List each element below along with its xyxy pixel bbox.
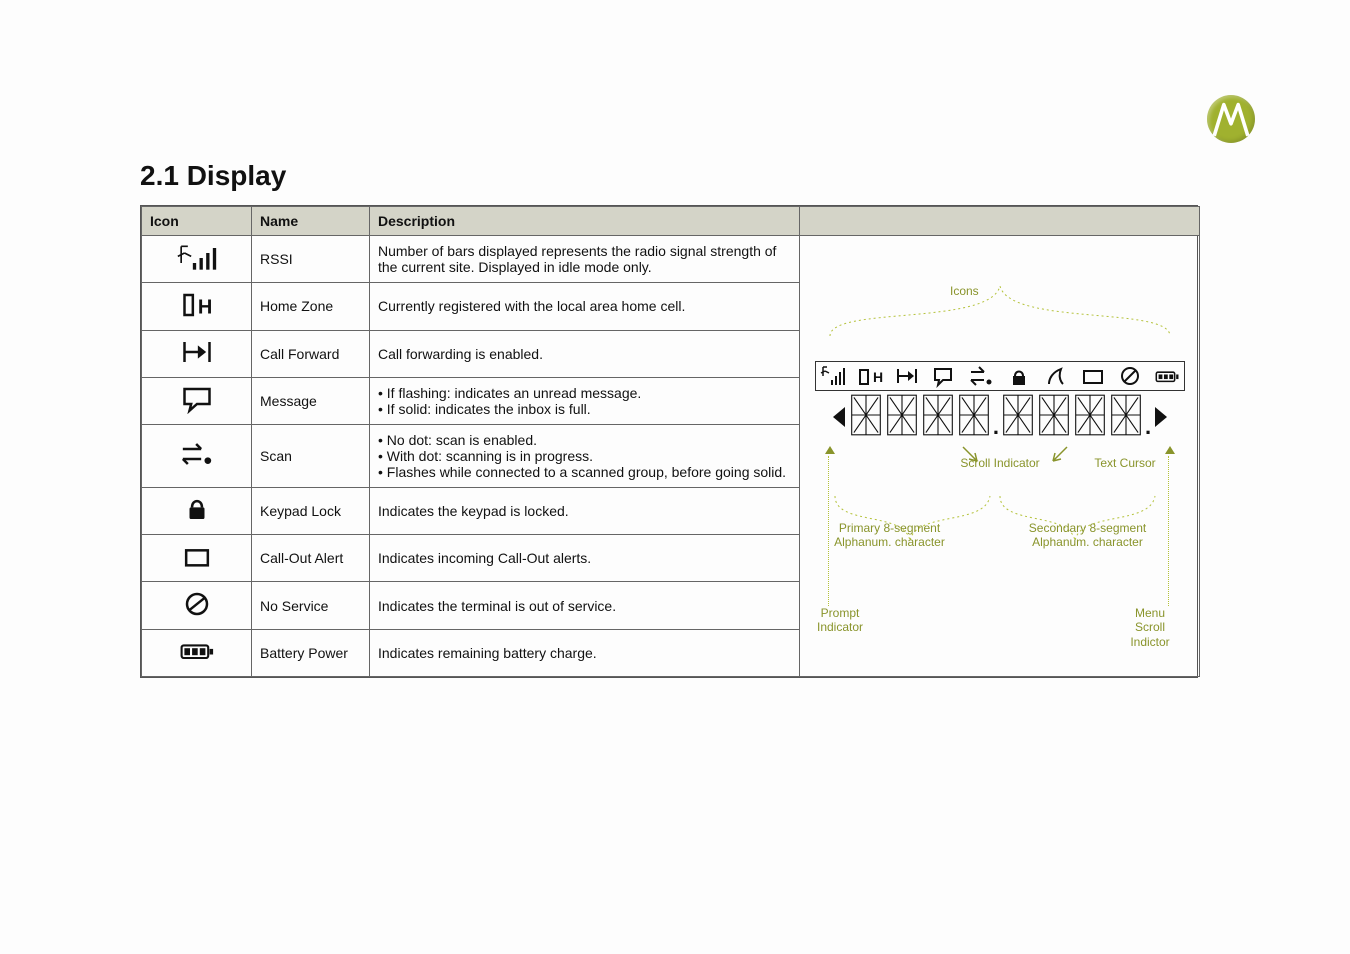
- cell-desc: Indicates remaining battery charge.: [370, 629, 800, 676]
- cell-desc: • If flashing: indicates an unread messa…: [370, 377, 800, 424]
- segment-char: [885, 393, 919, 440]
- cell-desc: Indicates the keypad is locked.: [370, 487, 800, 534]
- callout-alert-icon: [142, 535, 252, 582]
- cell-name: Battery Power: [252, 629, 370, 676]
- cell-name: Call Forward: [252, 330, 370, 377]
- rssi-icon: [820, 364, 846, 388]
- triangle-right-icon: [1155, 407, 1167, 427]
- cell-name: Call-Out Alert: [252, 535, 370, 582]
- segment-char: [1073, 393, 1107, 440]
- display-icons-table: Icon Name Description RSSI Number of bar…: [140, 205, 1198, 678]
- svg-text:H: H: [197, 296, 211, 318]
- lcd-mockup: H: [815, 361, 1185, 440]
- cell-name: Message: [252, 377, 370, 424]
- lcd-segment-row: . .: [815, 393, 1185, 440]
- label-text-cursor: Text Cursor: [1075, 456, 1175, 470]
- cell-desc: Indicates incoming Call-Out alerts.: [370, 535, 800, 582]
- cell-name: Scan: [252, 425, 370, 488]
- cell-name: Home Zone: [252, 283, 370, 330]
- callout-box-icon: [1080, 364, 1106, 388]
- motorola-m-icon: [1207, 95, 1255, 143]
- callforward-icon: [142, 330, 252, 377]
- svg-text:H: H: [873, 369, 883, 385]
- message-icon: [142, 377, 252, 424]
- lcd-icon-row: H: [815, 361, 1185, 391]
- col-description: Description: [370, 207, 800, 236]
- segment-dot: .: [1145, 414, 1151, 440]
- cell-desc: • No dot: scan is enabled. • With dot: s…: [370, 425, 800, 488]
- label-icons: Icons: [950, 284, 979, 298]
- triangle-left-icon: [833, 407, 845, 427]
- label-secondary-segment: Secondary 8-segment Alphanum. character: [1000, 521, 1175, 550]
- scan-icon: [142, 425, 252, 488]
- homezone-icon: H: [857, 364, 883, 388]
- battery-icon: [142, 629, 252, 676]
- cell-name: No Service: [252, 582, 370, 629]
- noservice-icon: [1117, 364, 1143, 388]
- guide-line: [1168, 456, 1169, 606]
- guide-line: [828, 456, 829, 606]
- cell-name: Keypad Lock: [252, 487, 370, 534]
- segment-char: [1037, 393, 1071, 440]
- arrow-down-left-icon: [1050, 444, 1070, 464]
- lock-icon: [1006, 364, 1032, 388]
- col-diagram: [800, 207, 1200, 236]
- callout-icon: [1043, 364, 1069, 388]
- col-icon: Icon: [142, 207, 252, 236]
- cell-desc: Indicates the terminal is out of service…: [370, 582, 800, 629]
- cell-desc: Currently registered with the local area…: [370, 283, 800, 330]
- battery-icon: [1154, 364, 1180, 388]
- segment-char: [957, 393, 991, 440]
- message-icon: [931, 364, 957, 388]
- scan-icon: [968, 364, 994, 388]
- table-row: RSSI Number of bars displayed represents…: [142, 236, 1200, 283]
- rssi-icon: [142, 236, 252, 283]
- cell-desc: Call forwarding is enabled.: [370, 330, 800, 377]
- cell-desc: Number of bars displayed represents the …: [370, 236, 800, 283]
- homezone-icon: H: [142, 283, 252, 330]
- segment-char: [1109, 393, 1143, 440]
- noservice-icon: [142, 582, 252, 629]
- callforward-icon: [894, 364, 920, 388]
- arrow-up-icon: [825, 446, 835, 454]
- brand-logo: [1207, 95, 1255, 143]
- table-header-row: Icon Name Description: [142, 207, 1200, 236]
- section-title: 2.1 Display: [140, 160, 286, 192]
- lock-icon: [142, 487, 252, 534]
- segment-char: [921, 393, 955, 440]
- label-prompt-indicator: Prompt Indicator: [810, 606, 870, 635]
- segment-char: [849, 393, 883, 440]
- segment-char: [1001, 393, 1035, 440]
- segment-dot: .: [993, 414, 999, 440]
- col-name: Name: [252, 207, 370, 236]
- label-scroll-indicator: Scroll Indicator: [950, 456, 1050, 470]
- lcd-diagram-cell: Icons H: [800, 236, 1200, 677]
- brace-icon: [820, 266, 1180, 346]
- cell-name: RSSI: [252, 236, 370, 283]
- arrow-up-icon: [1165, 446, 1175, 454]
- label-menuscroll-indicator: Menu Scroll Indictor: [1120, 606, 1180, 649]
